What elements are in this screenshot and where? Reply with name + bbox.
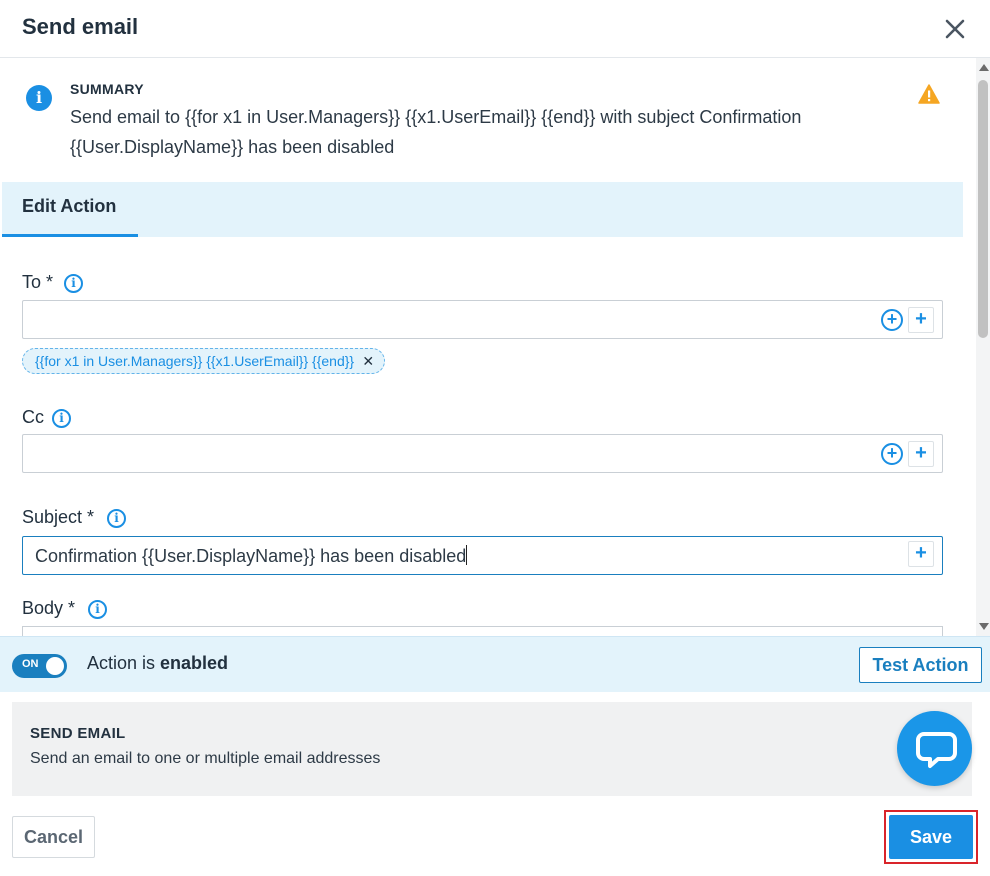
subject-input[interactable]: Confirmation {{User.DisplayName}} has be… — [22, 536, 943, 575]
scroll-up-icon[interactable] — [979, 64, 989, 71]
chat-icon — [916, 732, 957, 768]
summary-panel: i SUMMARY Send email to {{for x1 in User… — [0, 58, 976, 182]
scroll-thumb[interactable] — [978, 80, 988, 338]
cc-label: Cc — [22, 407, 44, 427]
to-input[interactable]: + + — [22, 300, 943, 339]
dialog-scroll-area: i SUMMARY Send email to {{for x1 in User… — [0, 58, 976, 636]
close-icon — [945, 19, 965, 39]
warning-icon — [918, 84, 940, 104]
cc-input[interactable]: + + — [22, 434, 943, 473]
summary-text: Send email to {{for x1 in User.Managers}… — [70, 107, 802, 157]
chip-label: {{for x1 in User.Managers}} {{x1.UserEma… — [35, 353, 355, 369]
action-status-state: enabled — [160, 653, 229, 673]
action-status-text: Action is enabled — [87, 653, 229, 673]
test-action-button[interactable]: Test Action — [859, 647, 982, 683]
dialog-title: Send email — [22, 14, 139, 39]
action-description: SEND EMAIL Send an email to one or multi… — [12, 702, 972, 796]
subject-input-value: Confirmation {{User.DisplayName}} has be… — [35, 545, 468, 566]
chat-button[interactable] — [897, 711, 972, 786]
action-status-bar: ON Action is enabled Test Action — [0, 636, 990, 692]
tab-edit-action[interactable]: Edit Action — [2, 182, 138, 237]
action-description-title: SEND EMAIL — [30, 725, 126, 742]
to-insert-variable-icon[interactable]: + — [881, 309, 903, 331]
vertical-scrollbar[interactable] — [976, 58, 990, 636]
tab-edit-action-label: Edit Action — [22, 196, 117, 216]
cc-add-button[interactable]: + — [908, 441, 934, 467]
save-button[interactable]: Save — [889, 815, 973, 859]
scroll-down-icon[interactable] — [979, 623, 989, 630]
to-add-button[interactable]: + — [908, 307, 934, 333]
to-label: To * — [22, 272, 54, 292]
action-enabled-toggle[interactable]: ON — [12, 654, 67, 678]
summary-label: SUMMARY — [70, 81, 144, 97]
text-caret — [466, 545, 468, 565]
cc-info-icon[interactable]: i — [52, 409, 71, 428]
action-description-text: Send an email to one or multiple email a… — [30, 750, 381, 767]
to-recipient-chip: {{for x1 in User.Managers}} {{x1.UserEma… — [22, 348, 386, 374]
subject-add-button[interactable]: + — [908, 541, 934, 567]
cancel-button[interactable]: Cancel — [12, 816, 95, 858]
body-input[interactable] — [22, 626, 943, 636]
close-button[interactable] — [940, 14, 970, 44]
cc-insert-variable-icon[interactable]: + — [881, 443, 903, 465]
subject-info-icon[interactable]: i — [107, 509, 126, 528]
info-icon: i — [26, 85, 52, 111]
to-info-icon[interactable]: i — [64, 274, 83, 293]
body-label: Body * — [22, 598, 76, 618]
dialog-header: Send email — [0, 0, 990, 58]
tab-bar: Edit Action — [2, 182, 963, 237]
chip-remove-icon[interactable]: ✕ — [362, 349, 374, 373]
toggle-label: ON — [22, 658, 39, 670]
toggle-knob — [46, 657, 64, 675]
body-info-icon[interactable]: i — [88, 600, 107, 619]
subject-label: Subject * — [22, 507, 95, 527]
